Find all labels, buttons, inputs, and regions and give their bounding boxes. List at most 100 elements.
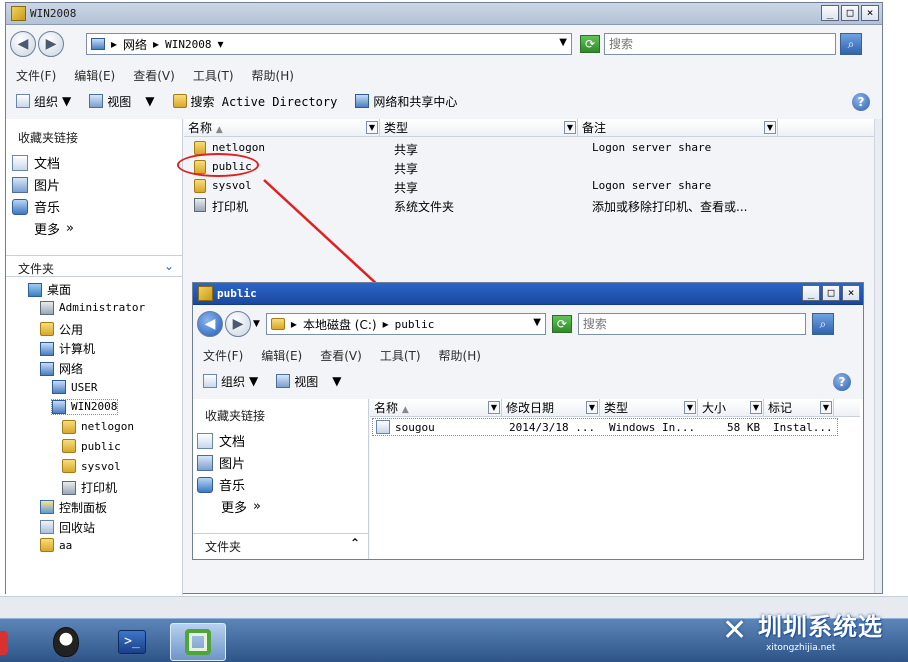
inner-address-bar[interactable]: ▸ 本地磁盘 (C:) ▸ public ▼ (265, 313, 546, 335)
address-segment-public[interactable]: public (395, 318, 435, 331)
column-filter-icon[interactable]: ▼ (750, 401, 762, 414)
menu-file[interactable]: 文件(F) (16, 67, 56, 84)
tree-item[interactable]: netlogon (62, 419, 134, 434)
table-row[interactable]: sougou 2014/3/18 ... Windows In... 58 KB… (372, 418, 838, 436)
column-date[interactable]: 修改日期 ▼ (502, 399, 600, 416)
inner-search-button[interactable]: ⌕ (811, 313, 834, 335)
favorite-music[interactable]: 音乐 (12, 197, 60, 216)
tree-item[interactable]: sysvol (62, 459, 121, 474)
address-segment-drive[interactable]: 本地磁盘 (C:) (303, 316, 377, 333)
inner-help-icon[interactable]: ? (833, 373, 851, 391)
column-type[interactable]: 类型 ▼ (380, 119, 578, 136)
tree-item[interactable]: aa (40, 538, 72, 553)
refresh-button[interactable]: ⟳ (580, 35, 600, 53)
column-type[interactable]: 类型 ▼ (600, 399, 698, 416)
maximize-button[interactable]: □ (822, 285, 840, 301)
table-row[interactable]: 打印机 系统文件夹 添加或移除打印机、查看或... (192, 196, 872, 215)
outer-search-input[interactable] (604, 33, 836, 55)
column-filter-icon[interactable]: ▼ (488, 401, 500, 414)
minimize-button[interactable]: _ (802, 285, 820, 301)
tree-item[interactable]: 桌面 (28, 281, 71, 298)
folders-header[interactable]: 文件夹 ⌃ (193, 533, 368, 555)
column-filter-icon[interactable]: ▼ (586, 401, 598, 414)
search-ad-button[interactable]: 搜索 Active Directory (172, 93, 337, 110)
column-filter-icon[interactable]: ▼ (366, 121, 378, 134)
outer-vertical-scrollbar[interactable] (874, 119, 882, 593)
refresh-button[interactable]: ⟳ (551, 315, 572, 333)
column-filter-icon[interactable]: ▼ (820, 401, 832, 414)
collapse-chevron-icon[interactable]: ⌄ (164, 259, 174, 273)
taskbar-powershell-button[interactable]: >_ (104, 623, 160, 661)
network-center-button[interactable]: 网络和共享中心 (355, 93, 457, 110)
menu-edit[interactable]: 编辑(E) (261, 347, 302, 364)
favorite-documents[interactable]: 文档 (12, 153, 60, 172)
inner-titlebar[interactable]: public _ □ × (193, 283, 863, 305)
outer-help-icon[interactable]: ? (852, 93, 870, 111)
address-segment-win2008[interactable]: WIN2008 (165, 38, 211, 51)
maximize-button[interactable]: □ (841, 5, 859, 21)
tree-item[interactable]: Administrator (40, 300, 145, 315)
address-segment-network[interactable]: 网络 (123, 36, 147, 53)
tree-item[interactable]: public (62, 439, 121, 454)
column-tag[interactable]: 标记 ▼ (764, 399, 834, 416)
minimize-button[interactable]: _ (821, 5, 839, 21)
forward-button[interactable]: ▶ (225, 311, 251, 337)
folders-header[interactable]: 文件夹 ⌄ (6, 255, 182, 277)
menu-tools[interactable]: 工具(T) (193, 67, 234, 84)
menu-view[interactable]: 查看(V) (133, 67, 175, 84)
outer-search-button[interactable]: ⌕ (840, 33, 862, 55)
favorite-pictures[interactable]: 图片 (12, 175, 60, 194)
tree-item[interactable]: 网络 (40, 360, 83, 377)
favorites-title: 收藏夹链接 (18, 131, 79, 145)
favorite-music[interactable]: 音乐 (197, 475, 245, 494)
column-name[interactable]: 名称 ▲ ▼ (184, 119, 380, 136)
organize-button[interactable]: 组织 ▼ (16, 93, 71, 110)
address-dropdown-icon[interactable]: ▼ (559, 37, 567, 48)
tree-item[interactable]: 打印机 (62, 479, 117, 496)
favorites-more[interactable]: 更多 » (34, 219, 74, 238)
column-size[interactable]: 大小 ▼ (698, 399, 764, 416)
file-type: 系统文件夹 (394, 200, 455, 214)
favorite-documents[interactable]: 文档 (197, 431, 245, 450)
favorites-more[interactable]: 更多 » (221, 497, 261, 516)
close-button[interactable]: × (861, 5, 879, 21)
outer-address-bar[interactable]: ▸ 网络 ▸ WIN2008 ▾ ▼ (86, 33, 572, 55)
tree-item[interactable]: 控制面板 (40, 499, 107, 516)
table-row[interactable]: sysvol 共享 Logon server share (192, 177, 872, 196)
column-filter-icon[interactable]: ▼ (764, 121, 776, 134)
tree-item[interactable]: WIN2008 (50, 398, 119, 415)
menu-edit[interactable]: 编辑(E) (74, 67, 115, 84)
column-filter-icon[interactable]: ▼ (684, 401, 696, 414)
address-dropdown-icon[interactable]: ▼ (533, 317, 541, 328)
table-row[interactable]: netlogon 共享 Logon server share (192, 139, 872, 158)
column-name[interactable]: 名称 ▲ ▼ (370, 399, 502, 416)
organize-button[interactable]: 组织 ▼ (203, 373, 258, 390)
taskbar-qq-button[interactable] (38, 623, 94, 661)
column-filter-icon[interactable]: ▼ (564, 121, 576, 134)
outer-titlebar[interactable]: WIN2008 _ □ × (6, 3, 882, 25)
tree-item[interactable]: 计算机 (40, 340, 95, 357)
back-button[interactable]: ◀ (10, 31, 36, 57)
expand-chevron-icon[interactable]: ⌃ (350, 536, 360, 550)
inner-search-input[interactable] (577, 313, 806, 335)
menu-help[interactable]: 帮助(H) (252, 67, 294, 84)
tree-item[interactable]: 公用 (40, 321, 83, 338)
favorite-pictures[interactable]: 图片 (197, 453, 245, 472)
recent-pages-icon[interactable]: ▼ (253, 319, 260, 329)
tree-item[interactable]: 回收站 (40, 519, 95, 536)
tree-item[interactable]: USER (52, 380, 98, 394)
menu-view[interactable]: 查看(V) (320, 347, 362, 364)
views-button[interactable]: 视图 ▼ (89, 93, 155, 110)
forward-button[interactable]: ▶ (38, 31, 64, 57)
menu-tools[interactable]: 工具(T) (380, 347, 421, 364)
column-note[interactable]: 备注 ▼ (578, 119, 778, 136)
close-button[interactable]: × (842, 285, 860, 301)
taskbar-vsphere-button[interactable] (170, 623, 226, 661)
table-row[interactable]: public 共享 (192, 158, 872, 177)
start-button-edge[interactable] (0, 631, 8, 655)
back-button[interactable]: ◀ (197, 311, 223, 337)
user-folder-icon (40, 300, 54, 315)
menu-help[interactable]: 帮助(H) (439, 347, 481, 364)
views-button[interactable]: 视图 ▼ (276, 373, 342, 390)
menu-file[interactable]: 文件(F) (203, 347, 243, 364)
